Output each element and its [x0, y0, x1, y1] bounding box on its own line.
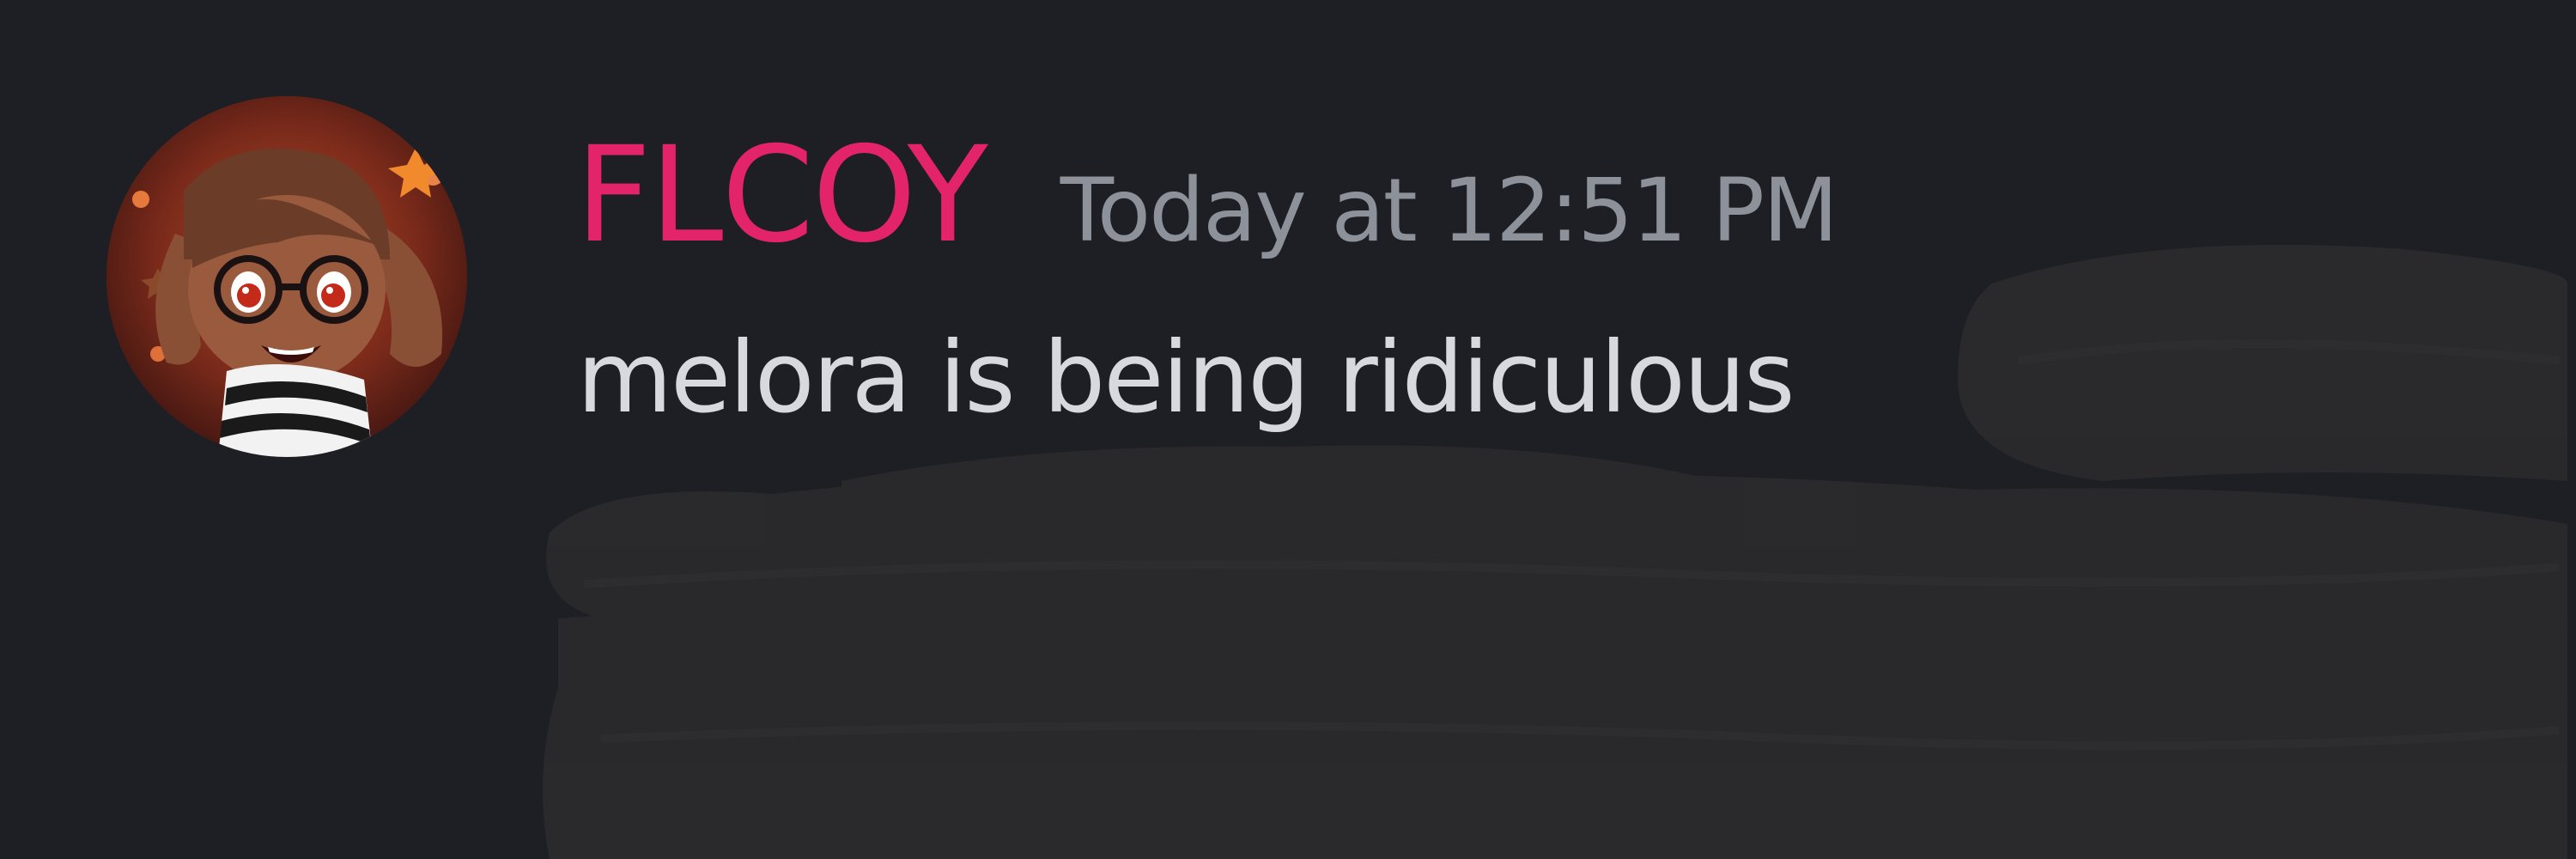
timestamp[interactable]: Today at 12:51 PM [1060, 143, 1838, 280]
chat-area: FLCOY Today at 12:51 PM melora is being r… [0, 0, 2576, 859]
chat-message: FLCOY Today at 12:51 PM melora is being r… [0, 0, 2576, 859]
username[interactable]: FLCOY [575, 127, 988, 265]
message-header: FLCOY Today at 12:51 PM [575, 127, 1838, 265]
avatar-image [106, 96, 467, 457]
avatar[interactable] [106, 96, 467, 457]
message-content: melora is being ridiculous [577, 320, 1795, 435]
